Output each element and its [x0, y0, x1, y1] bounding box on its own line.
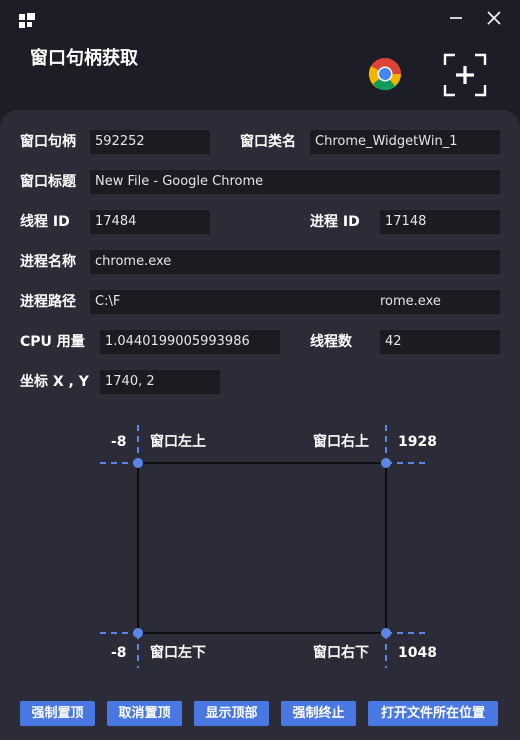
rect-bottom-left-value: -8: [111, 645, 127, 661]
app-title: 窗口句柄获取: [30, 48, 138, 69]
show-top-button[interactable]: 显示顶部: [194, 701, 269, 726]
bottom-right-label: 窗口右下: [313, 645, 369, 661]
open-location-button[interactable]: 打开文件所在位置: [368, 701, 498, 726]
process-path-end: rome.exe: [380, 294, 441, 309]
window-title-label: 窗口标题: [20, 174, 76, 190]
force-top-button[interactable]: 强制置顶: [20, 701, 95, 726]
cpu-usage-label: CPU 用量: [20, 334, 85, 350]
crosshair-capture-icon[interactable]: [442, 52, 488, 98]
class-name-field[interactable]: Chrome_WidgetWin_1: [310, 130, 500, 154]
process-path-start: C:\F: [95, 294, 121, 309]
thread-count-label: 线程数: [310, 334, 352, 350]
bottom-left-label: 窗口左下: [150, 645, 206, 661]
process-path-label: 进程路径: [20, 294, 76, 310]
cpu-usage-field[interactable]: 1.0440199005993986: [100, 330, 280, 354]
process-name-label: 进程名称: [20, 254, 76, 270]
process-id-label: 进程 ID: [310, 214, 360, 230]
process-path-field[interactable]: C:\F rome.exe: [90, 290, 500, 314]
process-id-field[interactable]: 17148: [380, 210, 500, 234]
rect-left-value: -8: [111, 434, 127, 450]
chrome-logo-icon: [368, 57, 402, 91]
window-title-field[interactable]: New File - Google Chrome: [90, 170, 500, 194]
coords-field[interactable]: 1740, 2: [100, 370, 220, 394]
coords-label: 坐标 X , Y: [20, 374, 89, 390]
force-kill-button[interactable]: 强制终止: [281, 701, 356, 726]
cancel-top-button[interactable]: 取消置顶: [107, 701, 182, 726]
app-logo-icon: [19, 13, 35, 28]
close-icon[interactable]: [482, 8, 506, 28]
process-name-field[interactable]: chrome.exe: [90, 250, 500, 274]
top-right-label: 窗口右上: [313, 434, 369, 450]
minimize-icon[interactable]: [444, 8, 468, 28]
handle-label: 窗口句柄: [20, 134, 76, 150]
thread-id-label: 线程 ID: [20, 214, 70, 230]
handle-field[interactable]: 592252: [90, 130, 210, 154]
thread-count-field[interactable]: 42: [380, 330, 500, 354]
rect-bottom-value: 1048: [398, 645, 437, 661]
rect-right-value: 1928: [398, 434, 437, 450]
thread-id-field[interactable]: 17484: [90, 210, 210, 234]
info-panel: [0, 110, 520, 740]
class-name-label: 窗口类名: [240, 134, 296, 150]
top-left-label: 窗口左上: [150, 434, 206, 450]
